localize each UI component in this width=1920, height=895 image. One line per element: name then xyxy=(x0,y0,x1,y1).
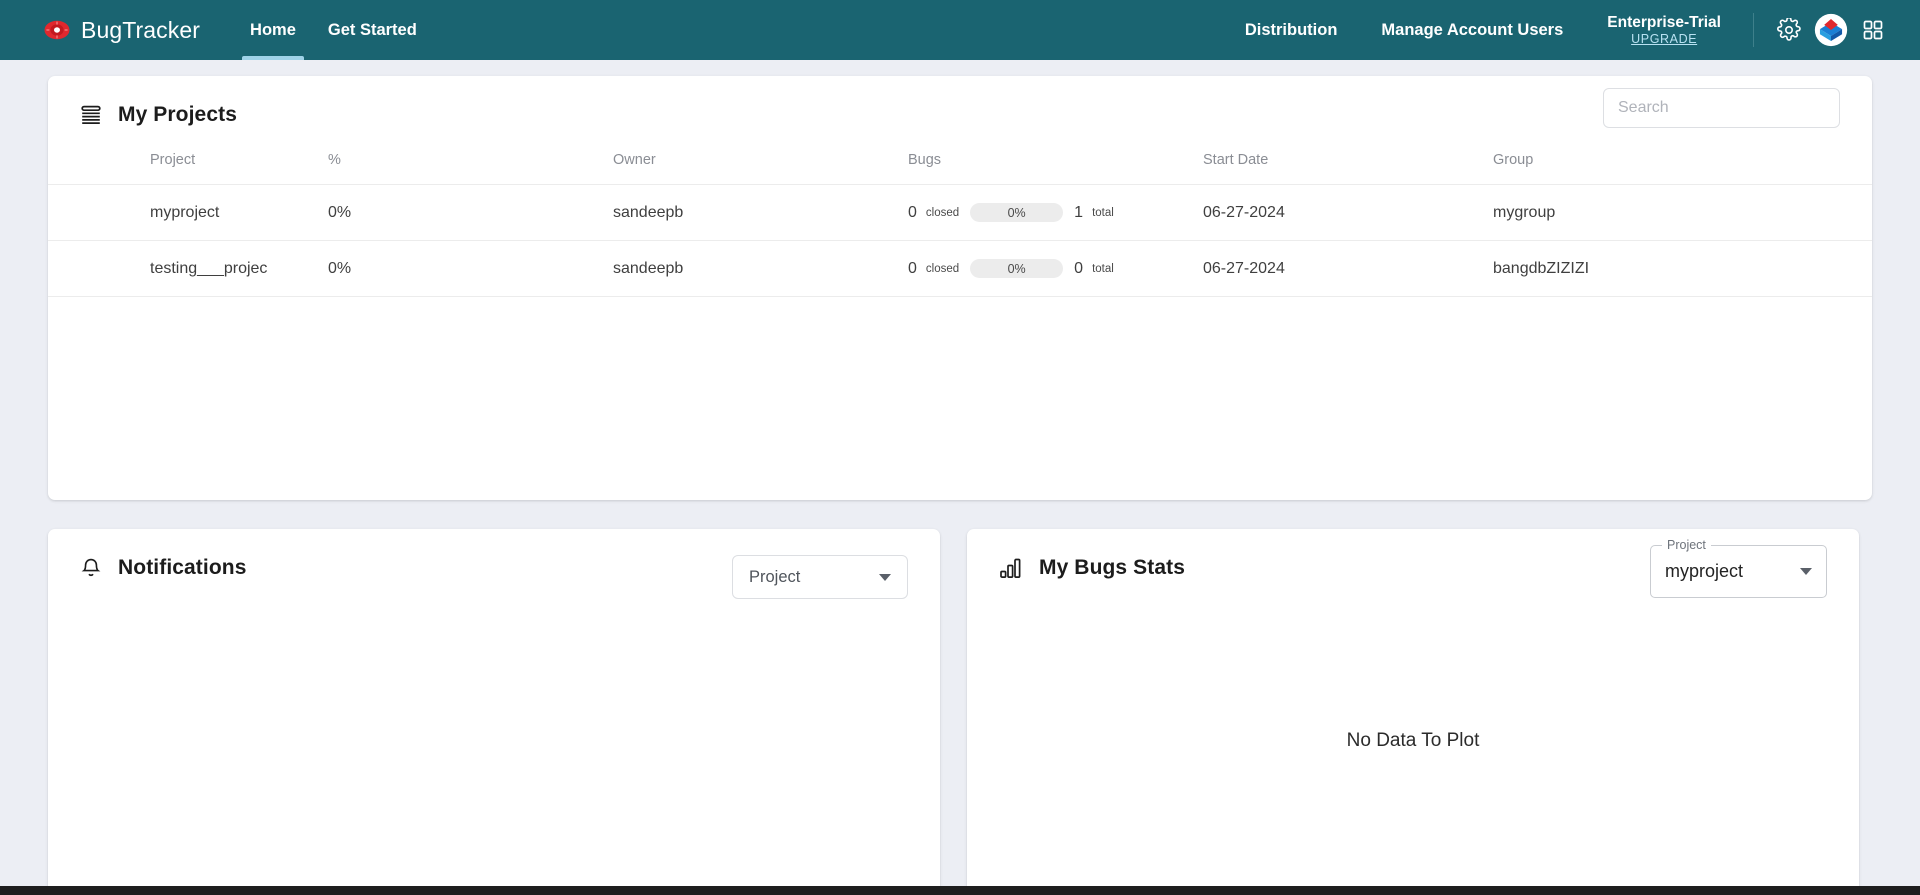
nav-item-home-label: Home xyxy=(250,20,296,39)
nav-item-get-started[interactable]: Get Started xyxy=(312,0,433,60)
my-bugs-stats-card: My Bugs Stats Project myproject No Data … xyxy=(967,529,1859,895)
nav-item-get-started-label: Get Started xyxy=(327,20,417,39)
bug-logo-icon xyxy=(44,20,70,40)
column-header-project[interactable]: Project xyxy=(48,152,328,185)
brand[interactable]: BugTracker xyxy=(44,0,234,60)
nav-item-manage-account-users[interactable]: Manage Account Users xyxy=(1359,21,1585,40)
my-projects-title: My Projects xyxy=(118,103,237,126)
notifications-card: Notifications Project xyxy=(48,529,940,895)
column-header-start-date[interactable]: Start Date xyxy=(1203,152,1493,185)
cell-group: bangdbZIZIZI xyxy=(1493,240,1872,297)
notifications-title: Notifications xyxy=(118,556,247,579)
apps-grid-icon[interactable] xyxy=(1852,9,1894,51)
bell-icon xyxy=(80,557,102,579)
cell-percent: 0% xyxy=(328,240,613,297)
my-projects-card: My Projects Project % Owner Bugs Start D… xyxy=(48,76,1872,500)
trial-title: Enterprise-Trial xyxy=(1607,13,1721,31)
projects-table: Project % Owner Bugs Start Date Group my… xyxy=(48,152,1872,297)
projects-table-head: Project % Owner Bugs Start Date Group xyxy=(48,152,1872,185)
bugs-closed-count: 0 xyxy=(908,259,917,277)
column-header-group[interactable]: Group xyxy=(1493,152,1872,185)
bugs-total-label: total xyxy=(1092,262,1114,275)
app-logo-icon[interactable] xyxy=(1810,9,1852,51)
top-navbar: BugTracker Home Get Started Distribution… xyxy=(0,0,1920,60)
bugs-progress-bar: 0% xyxy=(970,259,1064,278)
cell-start-date: 06-27-2024 xyxy=(1203,240,1493,297)
bugs-stats-empty-message: No Data To Plot xyxy=(1346,729,1480,751)
cell-percent: 0% xyxy=(328,184,613,241)
my-projects-header: My Projects xyxy=(48,76,1872,128)
nav-item-home[interactable]: Home xyxy=(234,0,312,60)
table-header-row: Project % Owner Bugs Start Date Group xyxy=(48,152,1872,185)
cell-bugs: 0 closed 0% 0 total xyxy=(908,240,1203,297)
table-row[interactable]: testing___projec 0% sandeepb 0 closed 0%… xyxy=(48,240,1872,297)
nav-item-manage-account-users-label: Manage Account Users xyxy=(1381,20,1564,39)
cell-bugs: 0 closed 0% 1 total xyxy=(908,184,1203,241)
layers-icon xyxy=(80,104,102,126)
lower-panels: Notifications Project My Bugs Stats Proj… xyxy=(48,529,1872,895)
horizontal-scrollbar[interactable] xyxy=(0,886,1920,895)
cell-owner: sandeepb xyxy=(613,240,908,297)
column-header-bugs[interactable]: Bugs xyxy=(908,152,1203,185)
bugs-closed-label: closed xyxy=(925,262,960,275)
bugs-closed-label: closed xyxy=(925,206,960,219)
cell-project[interactable]: myproject xyxy=(48,184,328,241)
navbar-divider xyxy=(1753,13,1754,47)
bugs-total-count: 0 xyxy=(1074,259,1084,277)
notifications-project-select-value: Project xyxy=(749,567,801,586)
projects-table-body: myproject 0% sandeepb 0 closed 0% 1 tota… xyxy=(48,184,1872,297)
gear-icon[interactable] xyxy=(1768,9,1810,51)
nav-item-distribution-label: Distribution xyxy=(1244,20,1338,39)
bugs-total-label: total xyxy=(1092,206,1114,219)
bugs-progress-group: 0 closed 0% 1 total xyxy=(908,203,1203,222)
trial-status: Enterprise-Trial UPGRADE xyxy=(1585,13,1739,48)
navbar-right-group: Distribution Manage Account Users Enterp… xyxy=(1223,0,1920,60)
brand-name: BugTracker xyxy=(81,16,201,43)
column-header-owner[interactable]: Owner xyxy=(613,152,908,185)
navbar-left-group: BugTracker Home Get Started xyxy=(0,0,433,60)
cell-project[interactable]: testing___projec xyxy=(48,240,328,297)
cell-group: mygroup xyxy=(1493,184,1872,241)
nav-item-distribution[interactable]: Distribution xyxy=(1223,21,1360,40)
bugs-progress-group: 0 closed 0% 0 total xyxy=(908,259,1203,278)
cell-start-date: 06-27-2024 xyxy=(1203,184,1493,241)
notifications-project-select[interactable]: Project xyxy=(732,555,908,599)
bugs-closed-count: 0 xyxy=(908,203,917,221)
bugs-total-count: 1 xyxy=(1074,203,1084,221)
table-row[interactable]: myproject 0% sandeepb 0 closed 0% 1 tota… xyxy=(48,184,1872,241)
column-header-percent[interactable]: % xyxy=(328,152,613,185)
upgrade-link[interactable]: UPGRADE xyxy=(1631,32,1697,48)
cell-owner: sandeepb xyxy=(613,184,908,241)
search-input[interactable] xyxy=(1603,88,1840,128)
page-content: My Projects Project % Owner Bugs Start D… xyxy=(0,60,1920,895)
chevron-down-icon xyxy=(879,573,891,581)
bugs-progress-bar: 0% xyxy=(970,203,1064,222)
